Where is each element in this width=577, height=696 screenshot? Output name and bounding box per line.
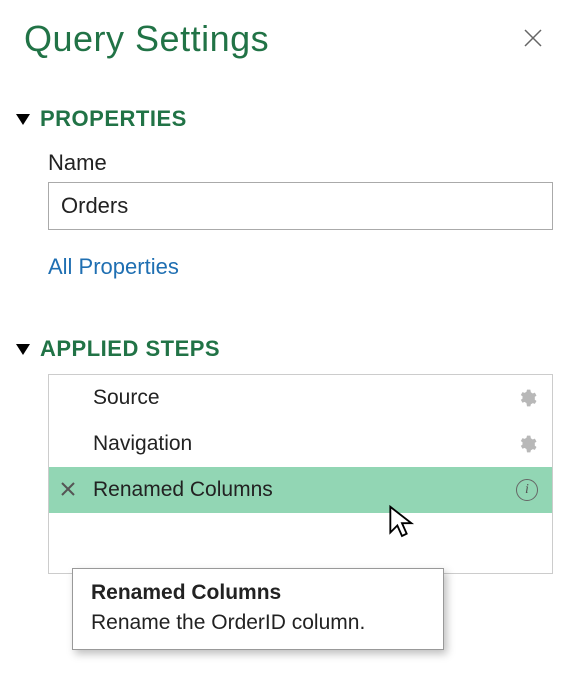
query-settings-panel: Query Settings PROPERTIES Name All Prope… [0,0,577,574]
step-label: Source [49,386,516,410]
all-properties-link[interactable]: All Properties [48,254,179,280]
step-row[interactable]: Navigation [49,421,552,467]
applied-steps-list: Source Navigation Renamed Columns i [48,374,553,574]
step-label: Renamed Columns [49,478,516,502]
name-field-label: Name [48,150,553,176]
info-icon[interactable]: i [516,479,538,501]
name-input[interactable] [48,182,553,230]
step-row-selected[interactable]: Renamed Columns i [49,467,552,513]
properties-section-header[interactable]: PROPERTIES [16,106,553,132]
gear-icon[interactable] [516,387,538,409]
step-tooltip: Renamed Columns Rename the OrderID colum… [72,568,444,650]
close-icon[interactable] [513,21,553,57]
properties-section-title: PROPERTIES [40,106,187,132]
gear-icon[interactable] [516,433,538,455]
tooltip-description: Rename the OrderID column. [91,611,425,635]
panel-header: Query Settings [24,18,553,60]
step-label: Navigation [49,432,516,456]
applied-steps-section-title: APPLIED STEPS [40,336,220,362]
caret-down-icon [16,114,30,125]
delete-step-icon[interactable] [61,480,75,501]
tooltip-title: Renamed Columns [91,581,425,605]
applied-steps-section-header[interactable]: APPLIED STEPS [16,336,553,362]
step-row[interactable]: Source [49,375,552,421]
caret-down-icon [16,344,30,355]
panel-title: Query Settings [24,18,269,60]
